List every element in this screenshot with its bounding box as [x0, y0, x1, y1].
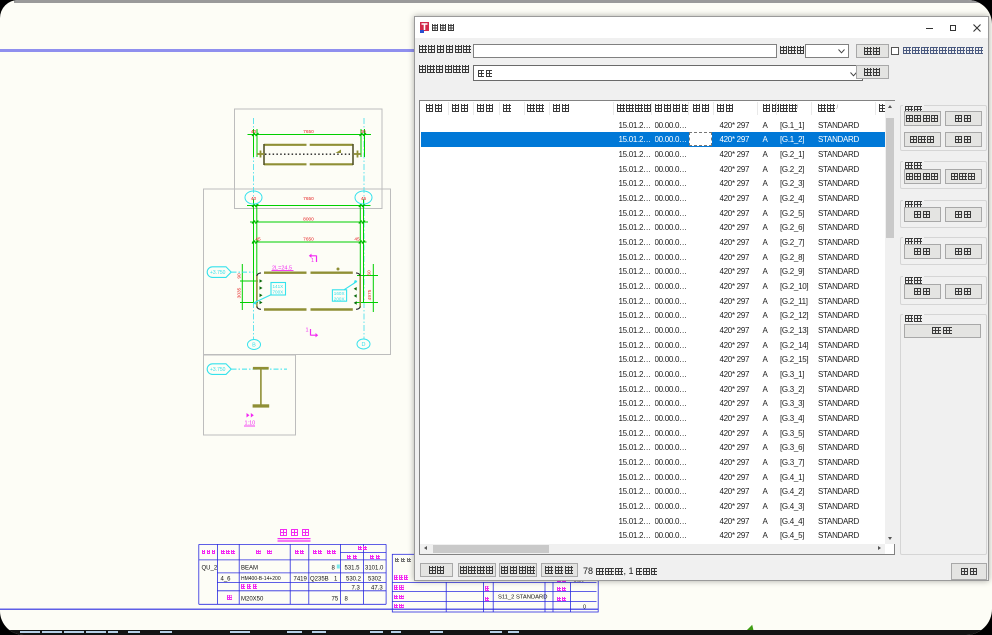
svg-text:700X: 700X: [273, 290, 284, 295]
svg-text:45: 45: [361, 196, 367, 202]
svg-text:8000: 8000: [303, 217, 314, 223]
svg-text:D: D: [362, 342, 366, 348]
svg-text:531.5: 531.5: [345, 566, 361, 572]
svg-text:7650: 7650: [303, 237, 314, 243]
svg-text:QU_2: QU_2: [202, 566, 218, 572]
svg-text:530.2: 530.2: [346, 577, 362, 583]
svg-text:75: 75: [332, 596, 339, 602]
svg-text:1: 1: [311, 258, 314, 264]
svg-text:40: 40: [360, 129, 366, 135]
svg-text:45: 45: [354, 237, 360, 243]
svg-text:45: 45: [255, 237, 261, 243]
svg-text:HM400-B-14+200: HM400-B-14+200: [241, 576, 281, 582]
svg-text:7650: 7650: [303, 196, 314, 202]
svg-text:1: 1: [306, 328, 309, 334]
svg-text:47.3: 47.3: [371, 585, 383, 591]
svg-text:40: 40: [251, 196, 257, 202]
svg-text:200X: 200X: [334, 296, 345, 301]
svg-text:+3.750: +3.750: [210, 270, 226, 276]
svg-text:8: 8: [332, 566, 336, 572]
svg-text:3101.0: 3101.0: [365, 566, 384, 572]
svg-text:1: 1: [334, 577, 338, 583]
svg-text:7650: 7650: [303, 129, 314, 135]
svg-text:7419: 7419: [294, 577, 308, 583]
svg-text:8: 8: [345, 596, 349, 602]
svg-text:3035: 3035: [237, 287, 243, 298]
svg-text:+3.750: +3.750: [210, 367, 226, 373]
svg-text:B: B: [252, 343, 256, 349]
svg-text:4975: 4975: [367, 289, 373, 300]
svg-text:4_6: 4_6: [221, 577, 232, 583]
svg-text:40: 40: [251, 129, 257, 135]
svg-text:7.3: 7.3: [352, 585, 361, 591]
svg-text:M20X50: M20X50: [241, 596, 264, 602]
svg-text:160X: 160X: [334, 291, 345, 296]
svg-text:5302: 5302: [368, 577, 382, 583]
svg-text:141X: 141X: [273, 284, 284, 289]
svg-text:90: 90: [237, 273, 243, 279]
svg-text:60: 60: [367, 270, 373, 276]
svg-text:BEAM: BEAM: [241, 566, 258, 572]
svg-text:S11_2 STANDARD: S11_2 STANDARD: [498, 595, 547, 601]
svg-text:Q235B: Q235B: [310, 577, 329, 583]
